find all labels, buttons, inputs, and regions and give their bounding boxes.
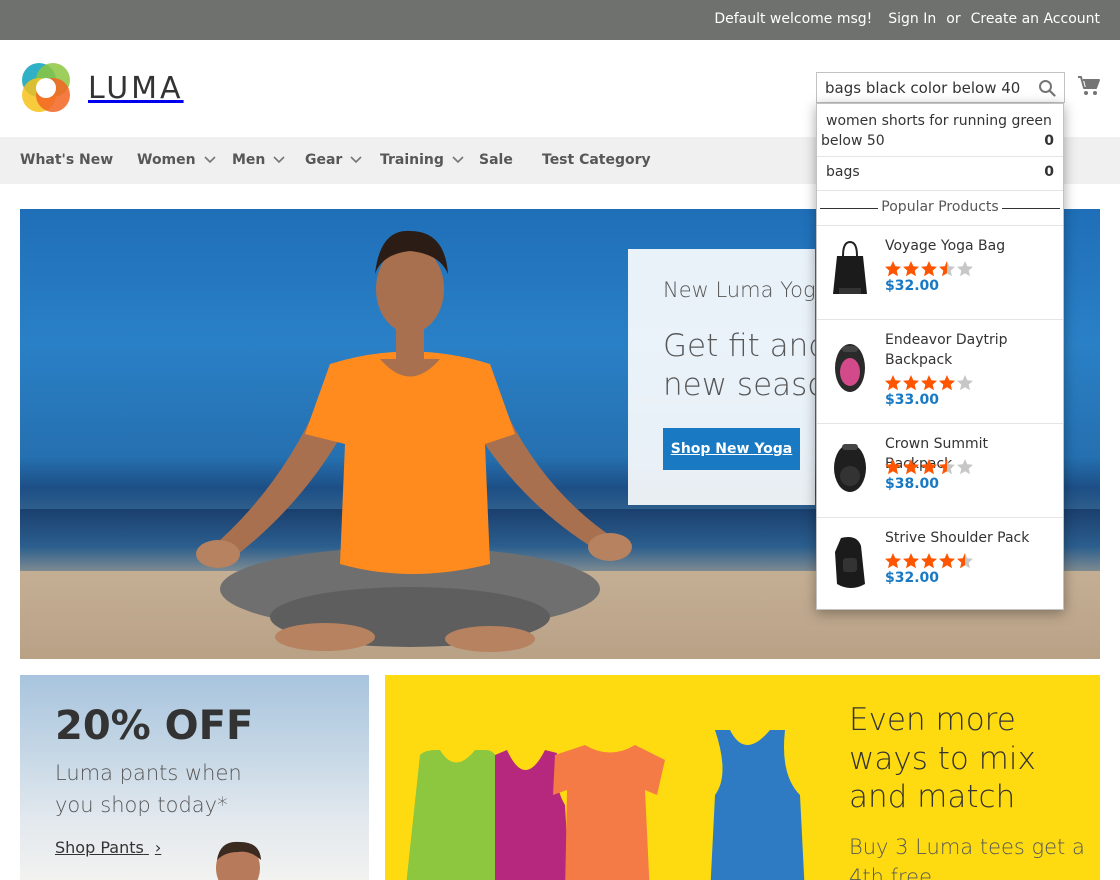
search-autocomplete: women shorts for running green below 50 … [816, 103, 1064, 610]
product-thumbnail [833, 240, 867, 294]
nav-item-label: Gear [305, 152, 343, 168]
hero-subtitle: New Luma Yoga [663, 278, 815, 302]
hero-headline: Get fit and new seaso [663, 327, 815, 405]
shop-new-yoga-button[interactable]: Shop New Yoga [663, 428, 800, 470]
star-icon [885, 375, 901, 391]
star-icon [957, 553, 973, 569]
header-links: Default welcome msg! Sign In or Create a… [714, 11, 1100, 27]
popular-product-item[interactable]: Voyage Yoga Bag $32.00 [817, 226, 1063, 320]
product-thumbnail [835, 537, 865, 588]
chevron-down-icon [452, 156, 464, 164]
nav-item-men[interactable]: Men [232, 152, 285, 168]
nav-item-label: Training [380, 152, 444, 168]
shop-pants-link[interactable]: Shop Pants › [55, 838, 161, 857]
star-icon [957, 261, 973, 277]
star-icon [921, 553, 937, 569]
man-image [216, 841, 261, 880]
promo-pants-block[interactable]: 20% OFF Luma pants when you shop today* … [20, 675, 369, 880]
suggestion-query: bags [826, 164, 860, 180]
nav-item-training[interactable]: Training [380, 152, 464, 168]
star-icon [939, 553, 955, 569]
star-icon [903, 459, 919, 475]
hero-headline-line-2: new seaso [663, 367, 815, 403]
product-name: Voyage Yoga Bag [885, 238, 1006, 254]
nav-item-label: What's New [20, 152, 114, 168]
popular-products-heading: Popular Products [817, 191, 1063, 226]
suggestion-query: women shorts for running green below 50 [821, 113, 1052, 149]
product-name: Strive Shoulder Pack [885, 530, 1030, 546]
product-thumbnail [835, 344, 865, 392]
star-icon [921, 375, 937, 391]
hero-content-box: New Luma Yoga Get fit and new seaso Shop… [628, 249, 815, 505]
chevron-right-icon: › [154, 838, 162, 857]
star-icon [885, 553, 901, 569]
product-price: $33.00 [885, 392, 940, 408]
logo-text: LUMA [88, 70, 184, 106]
product-rating [884, 260, 974, 277]
search-suggestion[interactable]: women shorts for running green below 50 … [817, 104, 1063, 157]
star-icon [903, 553, 919, 569]
product-price: $32.00 [885, 570, 940, 586]
product-price: $32.00 [885, 278, 940, 294]
luma-logo-icon [22, 63, 70, 112]
star-icon [939, 459, 955, 475]
product-rating [884, 552, 974, 569]
product-price: $38.00 [885, 476, 940, 492]
or-text: or [946, 11, 961, 27]
suggestion-count: 0 [1044, 133, 1054, 149]
nav-item-label: Men [232, 152, 266, 168]
chevron-down-icon [350, 156, 362, 164]
hero-box-bg: New Luma Yoga Get fit and new seaso Shop… [628, 249, 815, 505]
nav-item-gear[interactable]: Gear [305, 152, 362, 168]
nav-item-label: Sale [479, 152, 513, 168]
popular-product-item[interactable]: Endeavor Daytrip Backpack $33.00 [817, 320, 1063, 424]
star-icon [939, 261, 955, 277]
promo-pants-headline: 20% OFF [55, 703, 254, 749]
product-rating [884, 374, 974, 391]
shop-pants-label: Shop Pants [55, 838, 144, 857]
nav-item-women[interactable]: Women [137, 152, 216, 168]
logo[interactable]: LUMA [20, 62, 184, 114]
create-account-link[interactable]: Create an Account [971, 11, 1100, 27]
tees-image [406, 730, 805, 880]
nav-item-label: Women [137, 152, 196, 168]
search-box [816, 72, 1065, 103]
search-icon[interactable] [1038, 79, 1056, 97]
star-icon [939, 375, 955, 391]
search-suggestion[interactable]: bags 0 [817, 157, 1063, 191]
nav-item-sale[interactable]: Sale [479, 152, 513, 168]
promo-pants-text: Luma pants when you shop today* [55, 761, 242, 817]
chevron-down-icon [204, 156, 216, 164]
hero-headline-line-1: Get fit and [663, 328, 815, 364]
chevron-down-icon [273, 156, 285, 164]
popular-product-item[interactable]: Crown Summit Backpack $38.00 [817, 424, 1063, 518]
star-icon [957, 459, 973, 475]
product-thumbnail [834, 444, 866, 492]
promo-tees-text: Buy 3 Luma tees get a 4th free [849, 835, 1085, 880]
star-icon [885, 261, 901, 277]
star-icon [903, 261, 919, 277]
star-icon [957, 375, 973, 391]
star-icon [903, 375, 919, 391]
nav-item-test-category[interactable]: Test Category [542, 152, 651, 168]
star-icon [921, 261, 937, 277]
top-bar: Default welcome msg! Sign In or Create a… [0, 0, 1120, 40]
search-input[interactable] [817, 73, 1027, 102]
product-rating [884, 458, 974, 475]
product-name: Endeavor Daytrip Backpack [885, 332, 1008, 368]
promo-tees-block[interactable]: Even more ways to mix and match Buy 3 Lu… [385, 675, 1100, 880]
popular-product-item[interactable]: Strive Shoulder Pack $32.00 [817, 518, 1063, 610]
star-icon [921, 459, 937, 475]
suggestion-count: 0 [1044, 164, 1054, 180]
nav-item-whats-new[interactable]: What's New [20, 152, 113, 168]
nav-item-label: Test Category [542, 152, 651, 168]
welcome-message: Default welcome msg! [714, 11, 873, 27]
cart-icon[interactable] [1077, 74, 1101, 98]
star-icon [885, 459, 901, 475]
sign-in-link[interactable]: Sign In [888, 11, 936, 27]
promo-tees-headline: Even more ways to mix and match [849, 702, 1036, 815]
yoga-woman-image [196, 230, 632, 652]
